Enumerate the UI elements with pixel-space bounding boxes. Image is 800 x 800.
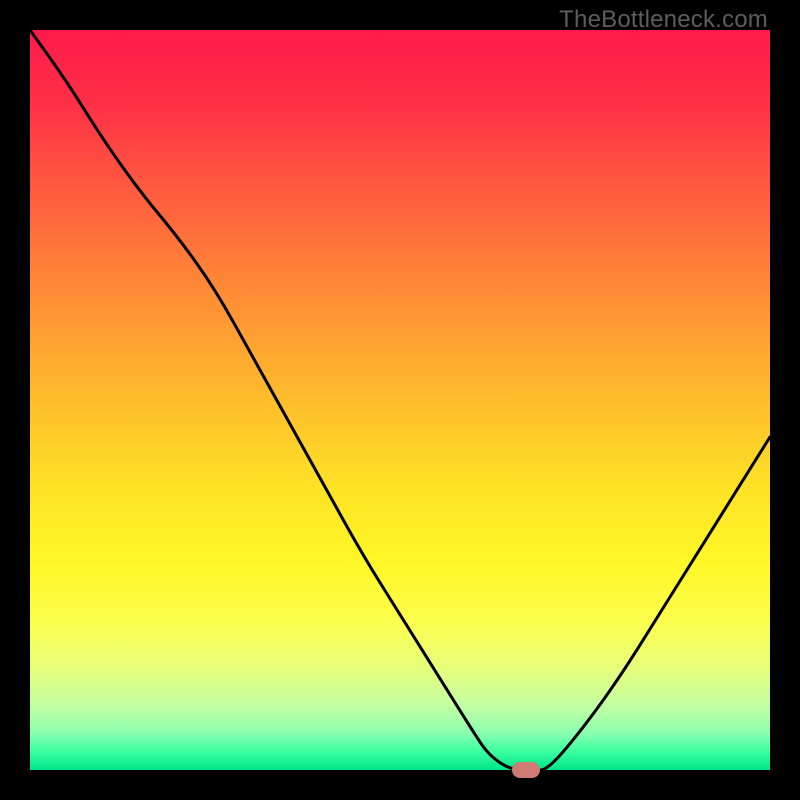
- optimal-point-marker: [512, 762, 540, 778]
- bottleneck-curve: [30, 30, 770, 770]
- chart-frame: [30, 30, 770, 770]
